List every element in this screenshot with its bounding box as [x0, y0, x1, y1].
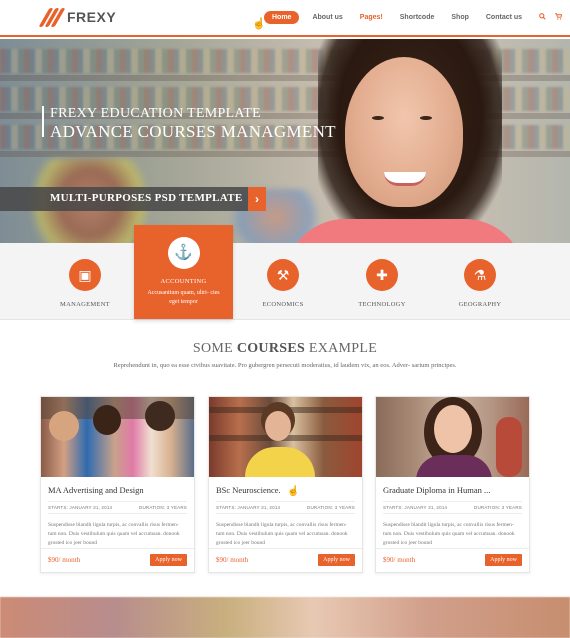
course-start-date: STARTS: JANUARY 31, 2014 [216, 505, 281, 510]
course-meta: STARTS: JANUARY 31, 2014 DURATION: 3 YEA… [48, 501, 187, 514]
main-nav: Home About us Pages! Shortcode Shop Cont… [264, 11, 570, 24]
course-meta: STARTS: JANUARY 31, 2014 DURATION: 3 YEA… [383, 501, 522, 514]
course-footer: $90/ month Apply now [209, 548, 362, 572]
course-price: $90/ month [216, 556, 249, 564]
section-title: SOME COURSES EXAMPLE [192, 341, 378, 356]
category-technology[interactable]: ✚ TECHNOLOGY [332, 243, 432, 308]
gavel-icon: ⚒ [267, 259, 299, 291]
course-price: $90/ month [383, 556, 416, 564]
category-strip: ▣ MANAGEMENT ⚒ ECONOMICS ✚ TECHNOLOGY ⚗ … [0, 243, 570, 320]
course-title[interactable]: Graduate Diploma in Human ... [383, 485, 522, 495]
course-price: $90/ month [48, 556, 81, 564]
cart-icon[interactable] [555, 13, 563, 22]
apply-now-button[interactable]: Apply now [150, 554, 187, 566]
course-description: Suspendisse blandit ligula turpis, ac co… [383, 522, 515, 546]
category-accounting[interactable]: ⚓ ACCOUNTING Accusantium quam, ultri- ci… [134, 225, 233, 319]
course-start-date: STARTS: JANUARY 31, 2014 [383, 505, 448, 510]
category-description: Accusantium quam, ultri- cies eget tempo… [147, 290, 220, 305]
briefcase-icon: ▣ [69, 259, 101, 291]
course-card[interactable]: MA Advertising and Design STARTS: JANUAR… [40, 396, 195, 573]
anchor-icon: ⚓ [167, 237, 200, 269]
search-icon[interactable] [539, 13, 546, 22]
site-header: FREXY Home About us Pages! Shortcode Sho… [0, 0, 570, 37]
category-label: ACCOUNTING [160, 278, 207, 285]
hero-banner: FREXY EDUCATION TEMPLATE ADVANCE COURSES… [0, 39, 570, 243]
category-economics[interactable]: ⚒ ECONOMICS [233, 243, 333, 308]
chevron-right-icon[interactable]: › [248, 187, 266, 211]
category-label: MANAGEMENT [60, 301, 110, 308]
section-description: Reprehendunt in, quo ea esse civibus sua… [113, 362, 457, 369]
apply-now-button[interactable]: Apply now [485, 554, 522, 566]
category-geography[interactable]: ⚗ GEOGRAPHY [430, 243, 530, 308]
course-image [376, 397, 529, 477]
course-card[interactable]: Graduate Diploma in Human ... STARTS: JA… [375, 396, 530, 573]
course-duration: DURATION: 3 YEARS [139, 505, 187, 510]
hero-title: ADVANCE COURSES MANAGMENT [50, 122, 336, 141]
bottom-banner-image [0, 597, 570, 638]
hero-ribbon-text: MULTI-PURPOSES PSD TEMPLATE [50, 192, 243, 204]
puzzle-icon: ✚ [366, 259, 398, 291]
course-duration: DURATION: 3 YEARS [474, 505, 522, 510]
course-footer: $90/ month Apply now [41, 548, 194, 572]
course-footer: $90/ month Apply now [376, 548, 529, 572]
course-description: Suspendisse blandit ligula turpis, ac co… [216, 522, 348, 546]
course-card[interactable]: BSc Neuroscience. STARTS: JANUARY 31, 20… [208, 396, 363, 573]
course-meta: STARTS: JANUARY 31, 2014 DURATION: 3 YEA… [216, 501, 355, 514]
nav-home[interactable]: Home [264, 11, 300, 24]
course-image [209, 397, 362, 477]
nav-about-us[interactable]: About us [312, 14, 342, 21]
category-label: GEOGRAPHY [458, 301, 502, 308]
course-image [41, 397, 194, 477]
category-management[interactable]: ▣ MANAGEMENT [35, 243, 135, 308]
apply-now-button[interactable]: Apply now [318, 554, 355, 566]
hero-subtitle: FREXY EDUCATION TEMPLATE [50, 106, 261, 121]
course-title[interactable]: MA Advertising and Design [48, 485, 187, 495]
category-label: ECONOMICS [262, 301, 304, 308]
course-description: Suspendisse blandit ligula turpis, ac co… [48, 522, 180, 546]
logo-mark [38, 8, 66, 27]
course-duration: DURATION: 3 YEARS [307, 505, 355, 510]
hand-cursor-icon: ☝ [287, 486, 300, 497]
course-title[interactable]: BSc Neuroscience. [216, 485, 355, 495]
nav-shop[interactable]: Shop [451, 14, 469, 21]
hand-cursor-icon: ☝ [252, 18, 266, 30]
logo[interactable]: FREXY [38, 8, 117, 27]
nav-pages[interactable]: Pages! [360, 14, 383, 21]
nav-shortcode[interactable]: Shortcode [400, 14, 435, 21]
hero-accent-line [42, 106, 44, 137]
flask-icon: ⚗ [464, 259, 496, 291]
course-start-date: STARTS: JANUARY 31, 2014 [48, 505, 113, 510]
logo-text: FREXY [67, 9, 117, 25]
nav-contact-us[interactable]: Contact us [486, 14, 522, 21]
category-label: TECHNOLOGY [358, 301, 406, 308]
